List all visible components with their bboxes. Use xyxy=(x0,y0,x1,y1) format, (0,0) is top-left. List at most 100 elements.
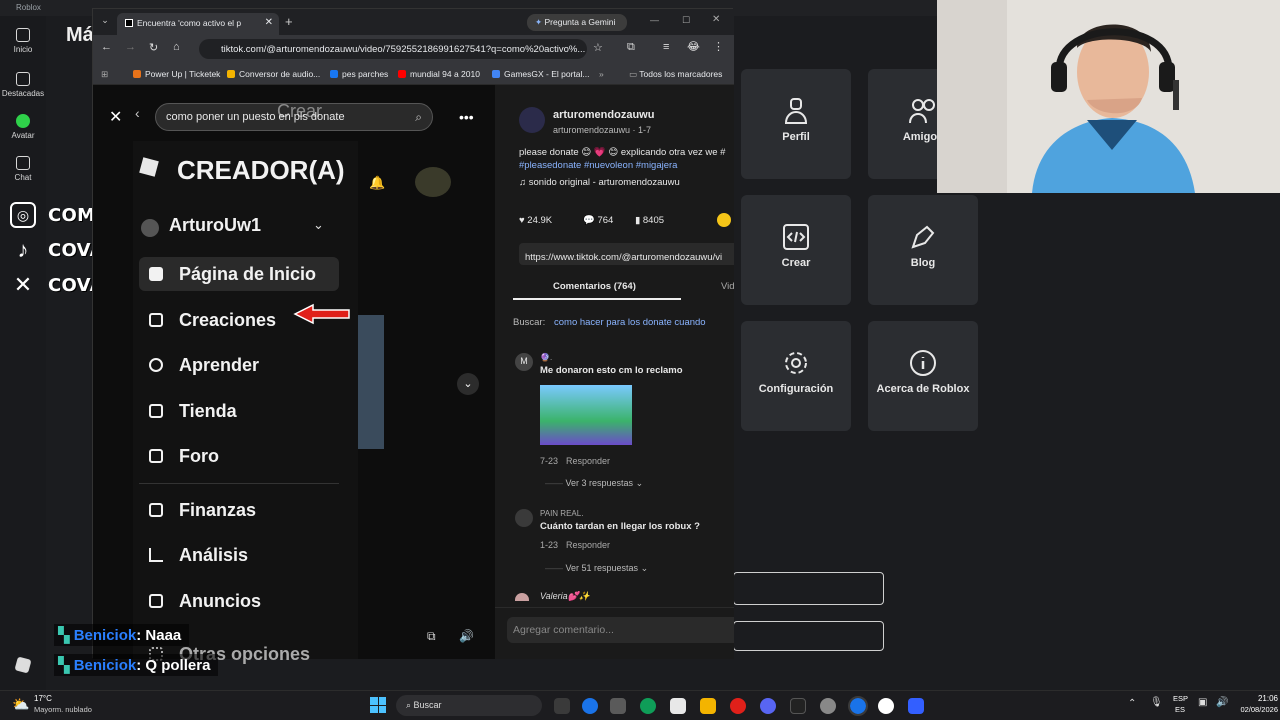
apps-grid-icon[interactable]: ⊞ xyxy=(101,69,108,80)
reload-icon[interactable]: ↻ xyxy=(149,41,158,54)
back-chevron-icon[interactable]: ‹ xyxy=(135,105,140,121)
close-window-icon[interactable]: ✕ xyxy=(712,14,720,25)
app-icon[interactable] xyxy=(820,698,836,714)
comment-avatar[interactable] xyxy=(515,509,533,527)
volume-icon[interactable]: 🔊 xyxy=(459,629,474,643)
discord-icon[interactable] xyxy=(760,698,776,714)
task-view-icon[interactable] xyxy=(554,698,570,714)
comment-count[interactable]: 💬 764 xyxy=(583,215,613,226)
reading-list-icon[interactable]: ≡ xyxy=(663,41,669,53)
sidebar-item-inicio[interactable]: Inicio xyxy=(0,28,46,54)
keyboard-layout[interactable]: ES xyxy=(1175,705,1185,714)
store-icon[interactable] xyxy=(610,698,626,714)
chrome-icon[interactable] xyxy=(582,698,598,714)
tab-tiktok[interactable]: Encuentra 'como activo el p ✕ xyxy=(117,13,279,35)
menu-item-analisis[interactable]: Análisis xyxy=(139,538,339,572)
menu-dots-icon[interactable]: ⋮ xyxy=(713,40,724,53)
comment-avatar[interactable] xyxy=(515,593,529,601)
forward-icon[interactable]: → xyxy=(125,41,136,53)
account-name[interactable]: ArturoUw1 xyxy=(169,215,261,236)
scroll-down-chevron-icon[interactable]: ⌄ xyxy=(457,373,479,395)
tile-crear[interactable]: Crear xyxy=(741,195,851,305)
obs-icon[interactable] xyxy=(878,698,894,714)
caption-icon[interactable]: ⧉ xyxy=(427,629,436,644)
more-options-icon[interactable]: ••• xyxy=(459,109,474,125)
tray-chevron-icon[interactable]: ⌃ xyxy=(1128,698,1136,709)
roblox-taskbar-icon[interactable] xyxy=(908,698,924,714)
speaker-icon[interactable]: 🔊 xyxy=(1216,697,1228,708)
roblox-input-box[interactable] xyxy=(733,572,884,605)
tab-videos[interactable]: Vid xyxy=(721,281,735,292)
windows-start-icon[interactable] xyxy=(370,697,386,713)
home-icon[interactable]: ⌂ xyxy=(173,41,180,53)
edge-icon[interactable] xyxy=(640,698,656,714)
menu-item-tienda[interactable]: Tienda xyxy=(139,394,339,428)
video-hashtags[interactable]: #pleasedonate #nuevoleon #migajera xyxy=(519,160,677,171)
menu-item-foro[interactable]: Foro xyxy=(139,439,339,473)
tab-comments[interactable]: Comentarios (764) xyxy=(553,281,636,292)
tile-configuracion[interactable]: Configuración xyxy=(741,321,851,431)
bookmark-star-icon[interactable]: ☆ xyxy=(593,41,603,54)
reply-button[interactable]: Responder xyxy=(566,456,610,466)
sidebar-item-destacadas[interactable]: Destacadas xyxy=(0,72,46,98)
menu-item-anuncios[interactable]: Anuncios xyxy=(139,584,339,618)
author-avatar[interactable] xyxy=(519,107,545,133)
terminal-icon[interactable] xyxy=(790,698,806,714)
save-count[interactable]: ▮ 8405 xyxy=(635,215,664,226)
reply-button[interactable]: Responder xyxy=(566,540,610,550)
author-name[interactable]: arturomendozauwu xyxy=(553,109,654,121)
maximize-icon[interactable]: ☐ xyxy=(682,15,690,26)
video-sound[interactable]: ♫ sonido original - arturomendozauwu xyxy=(519,177,680,188)
tile-acerca[interactable]: Acerca de Roblox xyxy=(868,321,978,431)
view-replies-button[interactable]: —— Ver 51 respuestas ⌄ xyxy=(545,563,648,574)
url-input[interactable]: tiktok.com/@arturomendozauwu/video/75925… xyxy=(199,39,587,59)
profile-emoji-icon[interactable]: 😂 xyxy=(687,40,700,53)
extensions-icon[interactable]: ⧉ xyxy=(627,41,635,54)
sidebar-item-avatar[interactable]: Avatar xyxy=(0,114,46,140)
bookmarks-overflow-icon[interactable]: » xyxy=(599,69,604,79)
roblox-input-box[interactable] xyxy=(733,621,884,651)
clock-time[interactable]: 21:06 xyxy=(1238,694,1278,703)
menu-item-finanzas[interactable]: Finanzas xyxy=(139,493,339,527)
tile-blog[interactable]: Blog xyxy=(868,195,978,305)
like-count[interactable]: ♥ 24.9K xyxy=(519,215,552,226)
clock-date[interactable]: 02/08/2026 xyxy=(1234,705,1278,714)
bookmark-item[interactable]: Power Up | Ticketek xyxy=(133,69,220,79)
comment-image-thumbnail[interactable] xyxy=(540,385,632,445)
weather-icon[interactable]: ⛅ xyxy=(12,696,29,713)
new-tab-icon[interactable]: + xyxy=(285,14,293,29)
tab-list-chevron-icon[interactable]: ⌄ xyxy=(97,15,113,29)
add-comment-input[interactable]: Agregar comentario... xyxy=(507,617,734,643)
bookmark-item[interactable]: pes parches xyxy=(330,69,388,79)
back-icon[interactable]: ← xyxy=(101,41,112,53)
tab-close-icon[interactable]: ✕ xyxy=(265,17,273,28)
comment-user[interactable]: Valeria💕✨ xyxy=(540,591,590,601)
microphone-icon[interactable]: 🎙 xyxy=(1150,697,1163,708)
sidebar-item-chat[interactable]: Chat xyxy=(0,156,46,182)
share-icon[interactable] xyxy=(717,213,731,227)
comment-user[interactable]: 🔮. xyxy=(540,353,552,362)
gemini-button[interactable]: ✦ Pregunta a Gemini xyxy=(527,14,627,31)
taskbar-search[interactable]: ⌕ Buscar xyxy=(396,695,542,716)
language-code[interactable]: ESP xyxy=(1173,694,1188,703)
comment-search-link[interactable]: como hacer para los donate cuando xyxy=(554,317,706,328)
account-chevron-down-icon[interactable]: ⌄ xyxy=(313,217,324,233)
tile-perfil[interactable]: Perfil xyxy=(741,69,851,179)
network-icon[interactable]: ▣ xyxy=(1198,697,1207,708)
menu-item-aprender[interactable]: Aprender xyxy=(139,348,339,382)
bookmark-item[interactable]: Conversor de audio... xyxy=(227,69,320,79)
app-icon[interactable] xyxy=(670,698,686,714)
explorer-icon[interactable] xyxy=(700,698,716,714)
comment-avatar[interactable]: M xyxy=(515,353,533,371)
comment-user[interactable]: PAIN REAL. xyxy=(540,509,583,518)
bookmark-item[interactable]: GamesGX - El portal... xyxy=(492,69,590,79)
chrome-active-icon[interactable] xyxy=(848,696,868,716)
all-bookmarks-folder[interactable]: ▭ Todos los marcadores xyxy=(629,69,722,80)
search-icon[interactable]: ⌕ xyxy=(415,110,422,125)
view-replies-button[interactable]: —— Ver 3 respuestas ⌄ xyxy=(545,478,643,489)
close-video-icon[interactable]: ✕ xyxy=(109,107,122,127)
video-player[interactable]: ✕ ‹ como poner un puesto en pls donate ⌕… xyxy=(93,85,495,664)
bookmark-item[interactable]: mundial 94 a 2010 xyxy=(398,69,480,79)
minimize-icon[interactable]: — xyxy=(650,15,659,25)
roblox-logo-icon[interactable] xyxy=(0,656,46,675)
